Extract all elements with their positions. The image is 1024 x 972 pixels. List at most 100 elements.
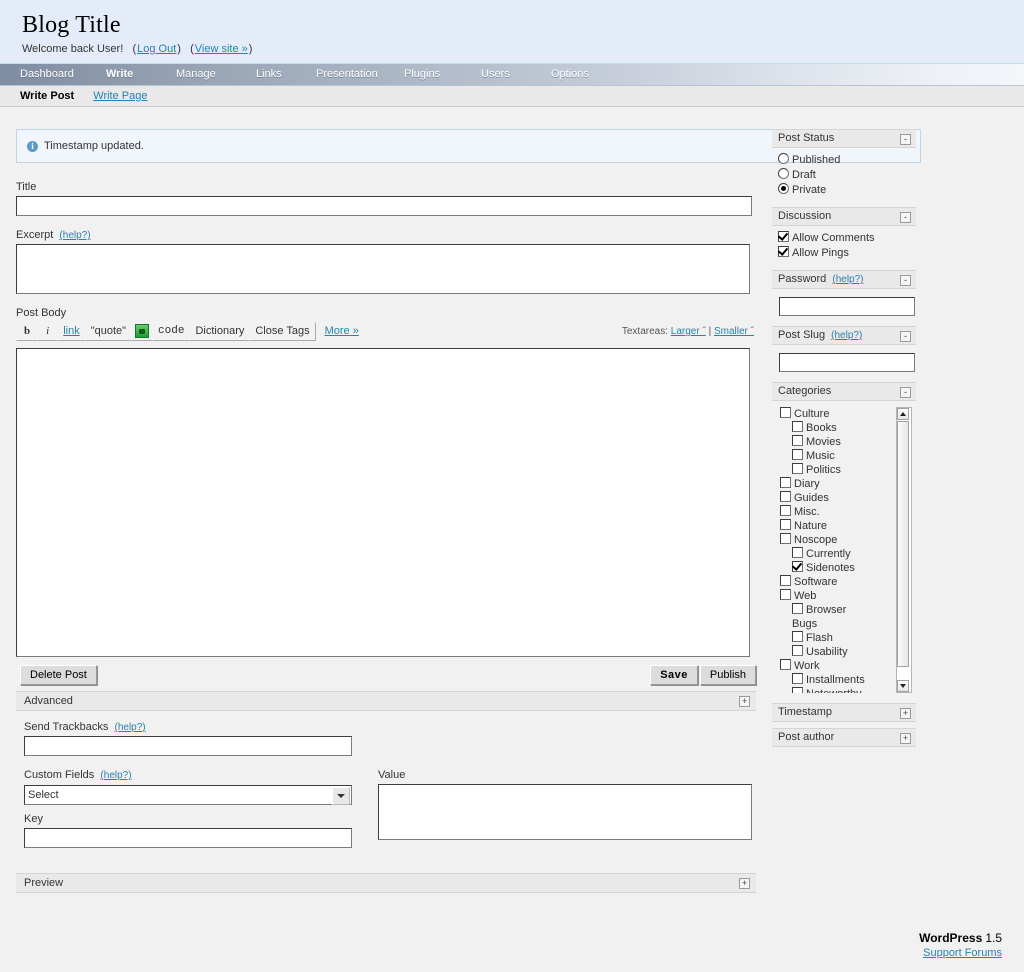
discussion-option-allow-pings[interactable]: Allow Pings [778,246,916,260]
checkbox-icon[interactable] [792,645,803,656]
timestamp-toggle-icon[interactable]: + [900,708,911,719]
nav-item-label[interactable]: Users [475,64,516,85]
checkbox-icon[interactable] [792,463,803,474]
dictionary-button[interactable]: Dictionary [189,322,251,341]
checkbox-icon[interactable] [792,561,803,572]
password-help-link[interactable]: (help?) [832,274,863,285]
preview-toggle-icon[interactable]: + [739,878,750,889]
delete-post-button[interactable]: Delete Post [20,665,97,685]
trackbacks-help-link[interactable]: (help?) [115,722,146,733]
post-status-option-published[interactable]: Published [778,153,916,167]
nav-item-label[interactable]: Presentation [310,64,384,85]
categories-header[interactable]: Categories - [772,382,916,401]
post-slug-toggle-icon[interactable]: - [900,331,911,342]
publish-button[interactable]: Publish [699,665,756,685]
nav-item-options[interactable]: Options [545,64,595,85]
nav-item-label[interactable]: Write [100,64,139,85]
checkbox-icon[interactable] [792,687,803,693]
categories-scrollbar[interactable] [896,407,912,693]
custom-fields-help-link[interactable]: (help?) [100,770,131,781]
italic-button[interactable]: i [37,322,59,341]
category-item[interactable]: Noscope [780,533,902,547]
post-status-option-private[interactable]: Private [778,183,916,197]
trackbacks-input[interactable] [24,736,352,756]
category-item[interactable]: Work [780,659,902,673]
post-slug-help-link[interactable]: (help?) [831,330,862,341]
category-item[interactable]: Noteworthy [780,687,902,693]
post-slug-header[interactable]: Post Slug (help?) - [772,326,916,345]
checkbox-icon[interactable] [780,589,791,600]
category-item[interactable]: Currently [780,547,902,561]
checkbox-icon[interactable] [780,519,791,530]
excerpt-help-link[interactable]: (help?) [59,230,90,241]
category-item[interactable]: Installments [780,673,902,687]
view-site-link[interactable]: View site » [195,43,248,55]
radio-icon[interactable] [778,153,789,164]
discussion-option-allow-comments[interactable]: Allow Comments [778,231,916,245]
bold-button[interactable]: b [16,322,39,341]
textarea-smaller-link[interactable]: Smaller ˆ [714,326,754,337]
category-item[interactable]: Usability [780,645,902,659]
close-tags-button[interactable]: Close Tags [249,322,316,341]
advanced-section-header[interactable]: Advanced + [16,691,756,711]
subnav-item-write-post[interactable]: Write Post [20,90,74,102]
preview-section-header[interactable]: Preview + [16,873,756,893]
category-item[interactable]: Music [780,449,902,463]
advanced-toggle-icon[interactable]: + [739,696,750,707]
quote-button[interactable]: "quote" [84,322,133,341]
chevron-down-icon[interactable] [332,787,350,805]
custom-field-select[interactable]: Select [24,785,352,805]
post-slug-input[interactable] [779,353,915,372]
checkbox-icon[interactable] [792,435,803,446]
checkbox-icon[interactable] [780,575,791,586]
nav-item-label[interactable]: Plugins [398,64,446,85]
checkbox-icon[interactable] [780,505,791,516]
timestamp-header[interactable]: Timestamp + [772,703,916,722]
image-button[interactable] [131,322,154,341]
category-item[interactable]: Flash [780,631,902,645]
excerpt-textarea[interactable] [16,244,750,294]
nav-item-links[interactable]: Links [250,64,288,85]
checkbox-icon[interactable] [780,407,791,418]
checkbox-icon[interactable] [792,547,803,558]
value-textarea[interactable] [378,784,752,840]
post-author-toggle-icon[interactable]: + [900,733,911,744]
scrollbar-thumb[interactable] [897,421,909,667]
category-item[interactable]: Books [780,421,902,435]
post-status-header[interactable]: Post Status - [772,129,916,148]
key-input[interactable] [24,828,352,848]
password-input[interactable] [779,297,915,316]
category-item[interactable]: Browser [780,603,902,617]
category-item[interactable]: Sidenotes [780,561,902,575]
nav-item-label[interactable]: Options [545,64,595,85]
checkbox-icon[interactable] [780,491,791,502]
scroll-up-icon[interactable] [897,408,909,420]
category-item[interactable]: Guides [780,491,902,505]
textarea-larger-link[interactable]: Larger ˆ [671,326,706,337]
nav-item-users[interactable]: Users [475,64,516,85]
post-status-option-draft[interactable]: Draft [778,168,916,182]
checkbox-icon[interactable] [778,246,789,257]
post-author-header[interactable]: Post author + [772,728,916,747]
category-item[interactable]: Movies [780,435,902,449]
checkbox-icon[interactable] [792,603,803,614]
discussion-header[interactable]: Discussion - [772,207,916,226]
category-item[interactable]: Diary [780,477,902,491]
radio-icon[interactable] [778,168,789,179]
code-button[interactable]: code [152,322,191,341]
discussion-toggle-icon[interactable]: - [900,212,911,223]
radio-icon[interactable] [778,183,789,194]
scroll-down-icon[interactable] [897,680,909,692]
log-out-link[interactable]: Log Out [137,43,176,55]
nav-item-label[interactable]: Dashboard [14,64,80,85]
categories-toggle-icon[interactable]: - [900,387,911,398]
checkbox-icon[interactable] [780,659,791,670]
nav-item-label[interactable]: Manage [170,64,222,85]
checkbox-icon[interactable] [778,231,789,242]
checkbox-icon[interactable] [792,631,803,642]
nav-item-plugins[interactable]: Plugins [398,64,446,85]
category-item[interactable]: Nature [780,519,902,533]
category-item[interactable]: Software [780,575,902,589]
checkbox-icon[interactable] [792,421,803,432]
post-status-toggle-icon[interactable]: - [900,134,911,145]
